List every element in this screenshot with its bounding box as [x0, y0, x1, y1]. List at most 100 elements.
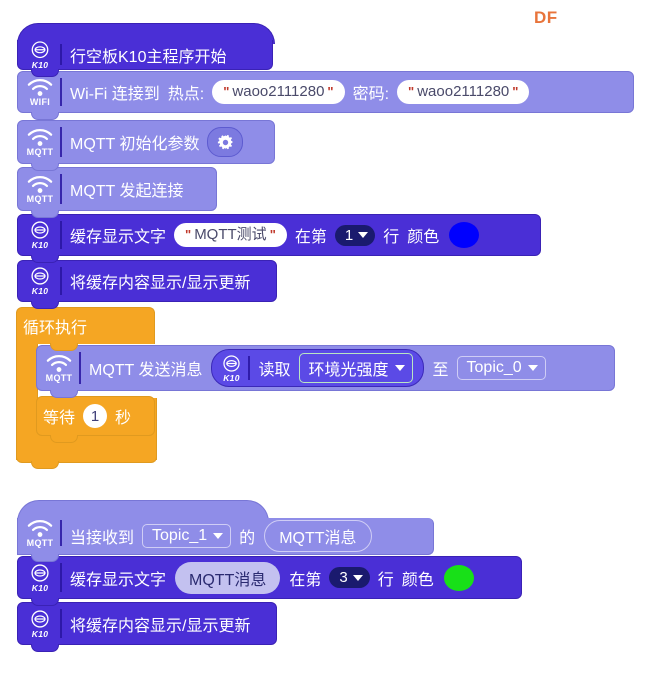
mqtt-message-variable[interactable]: MQTT消息 — [264, 520, 372, 552]
block-label-mqtt-init: MQTT 初始化参数 — [70, 136, 200, 153]
block-nub-bottom — [31, 301, 59, 309]
icon-divider — [60, 126, 62, 158]
k10-icon-label: K10 — [31, 286, 49, 297]
k10-icon-label: K10 — [31, 240, 49, 251]
block-k10-program-start[interactable]: K10 行空板K10主程序开始 — [17, 40, 273, 70]
block-display-text-event[interactable]: K10 缓存显示文字 MQTT消息 在第 3 行 颜色 — [17, 556, 522, 599]
block-wait-seconds[interactable]: 等待 1 秒 — [36, 396, 155, 436]
mqtt-icon — [46, 354, 72, 372]
block-label-display-text: 缓存显示文字 — [70, 229, 167, 246]
block-loop-footer[interactable] — [16, 437, 157, 463]
block-label-at-line: 在第 — [294, 229, 327, 246]
icon-divider — [60, 77, 62, 107]
block-label-line-unit: 行 — [383, 229, 400, 246]
block-display-update-main[interactable]: K10 将缓存内容显示/显示更新 — [17, 260, 277, 302]
mqtt-icon-label: MQTT — [26, 537, 54, 548]
icon-divider — [60, 44, 62, 65]
block-label-wait: 等待 — [43, 410, 76, 427]
quote-close: " — [269, 226, 276, 242]
mqtt-icon-label: MQTT — [26, 146, 54, 157]
icon-divider — [60, 520, 62, 546]
mqtt-icon — [27, 128, 53, 146]
display-text-variable[interactable]: MQTT消息 — [175, 561, 281, 594]
block-label-on-receive: 当接收到 — [70, 530, 135, 547]
line-number-value: 1 — [344, 226, 354, 244]
color-swatch-blue[interactable] — [449, 222, 480, 248]
mqtt-icon-slot: MQTT — [37, 346, 81, 390]
quote-open: " — [223, 83, 230, 99]
block-label-wifi-connect: Wi-Fi 连接到 — [70, 86, 160, 103]
block-label-at-line: 在第 — [289, 571, 322, 589]
k10-board-icon — [31, 267, 49, 285]
wifi-ssid-value: waoo2111280 — [232, 82, 325, 100]
subscribe-topic-value: Topic_1 — [152, 527, 208, 544]
icon-divider — [60, 562, 62, 593]
wait-seconds-field[interactable]: 1 — [83, 404, 108, 428]
block-label-to: 至 — [432, 362, 449, 379]
k10-icon-slot: K10 — [18, 557, 62, 598]
wifi-icon — [27, 78, 53, 96]
block-label-mqtt-publish: MQTT 发送消息 — [89, 362, 203, 379]
block-label-program-start: 行空板K10主程序开始 — [70, 48, 227, 66]
block-on-mqtt-message[interactable]: MQTT 当接收到 Topic_1 的 MQTT消息 — [17, 518, 434, 555]
block-nub-bottom — [50, 390, 78, 398]
publish-topic-dropdown[interactable]: Topic_0 — [456, 356, 546, 380]
chevron-down-icon — [352, 574, 363, 581]
k10-icon-label: K10 — [31, 59, 49, 70]
wifi-password-value: waoo2111280 — [417, 82, 510, 100]
mqtt-icon — [27, 519, 53, 537]
k10-board-icon — [31, 610, 49, 628]
quote-close: " — [327, 83, 334, 99]
chevron-down-icon — [394, 365, 405, 371]
icon-divider — [60, 173, 62, 205]
block-label-line-unit: 行 — [377, 571, 394, 589]
block-nub-bottom — [31, 255, 59, 263]
reporter-read-sensor[interactable]: K10 读取 环境光强度 — [211, 349, 424, 387]
block-loop-inner-notch — [50, 343, 78, 351]
block-display-text-main[interactable]: K10 缓存显示文字 " MQTT测试 " 在第 1 行 颜色 — [17, 214, 541, 256]
sensor-dropdown[interactable]: 环境光强度 — [298, 353, 413, 383]
block-nub-bottom — [31, 644, 59, 652]
block-label-of: 的 — [239, 530, 256, 547]
quote-close: " — [512, 83, 519, 99]
k10-icon-slot: K10 — [18, 261, 62, 301]
subscribe-topic-dropdown[interactable]: Topic_1 — [142, 524, 232, 548]
block-label-display-update: 将缓存内容显示/显示更新 — [70, 617, 251, 635]
block-label-seconds: 秒 — [115, 410, 132, 427]
mqtt-icon-label: MQTT — [45, 372, 73, 383]
wifi-ssid-field[interactable]: " waoo2111280 " — [212, 79, 345, 105]
block-label-color: 颜色 — [401, 571, 434, 589]
display-text-value: MQTT测试 — [194, 225, 267, 243]
color-swatch-green[interactable] — [443, 564, 474, 591]
block-wifi-connect[interactable]: WIFI Wi-Fi 连接到 热点: " waoo2111280 " 密码: "… — [17, 71, 634, 113]
k10-board-icon — [31, 564, 49, 582]
block-label-mqtt-connect: MQTT 发起连接 — [70, 183, 184, 200]
mqtt-settings-button[interactable] — [207, 127, 244, 157]
icon-divider — [248, 355, 251, 381]
block-mqtt-connect[interactable]: MQTT MQTT 发起连接 — [17, 167, 217, 211]
block-nub-bottom — [31, 210, 59, 218]
icon-divider — [60, 266, 62, 296]
block-nub-bottom — [31, 163, 59, 171]
reporter-label-read: 读取 — [258, 362, 291, 379]
gear-icon — [217, 134, 233, 149]
block-loop-header[interactable]: 循环执行 — [16, 307, 155, 344]
chevron-down-icon — [213, 533, 224, 539]
display-text-field[interactable]: " MQTT测试 " — [174, 222, 287, 248]
block-mqtt-publish[interactable]: MQTT MQTT 发送消息 K10 读取 环境光强度 至 Topic_0 — [36, 345, 615, 391]
block-nub-bottom — [31, 554, 59, 562]
block-label-display-update: 将缓存内容显示/显示更新 — [70, 275, 251, 292]
k10-icon-slot: K10 — [18, 603, 62, 644]
line-number-dropdown[interactable]: 3 — [329, 567, 370, 588]
block-label-color: 颜色 — [407, 229, 440, 246]
k10-board-icon — [31, 221, 49, 239]
block-nub-bottom — [31, 598, 59, 606]
sensor-value: 环境光强度 — [308, 362, 389, 379]
line-number-dropdown[interactable]: 1 — [334, 224, 376, 246]
block-mqtt-init[interactable]: MQTT MQTT 初始化参数 — [17, 120, 275, 164]
wifi-password-field[interactable]: " waoo2111280 " — [397, 79, 530, 105]
block-display-update-event[interactable]: K10 将缓存内容显示/显示更新 — [17, 602, 277, 645]
k10-board-icon — [223, 355, 240, 372]
k10-icon-label: K10 — [223, 372, 240, 383]
publish-topic-value: Topic_0 — [466, 359, 522, 376]
